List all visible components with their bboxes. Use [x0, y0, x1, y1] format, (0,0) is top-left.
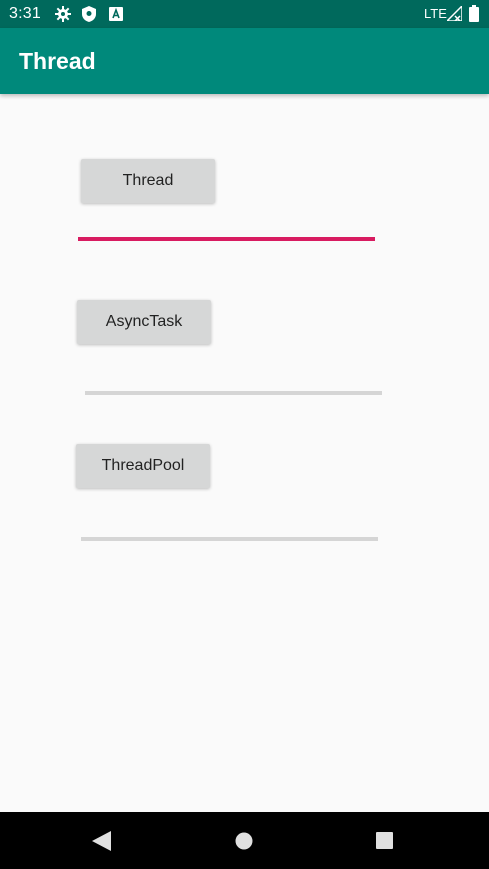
- threadpool-progress-bar: [81, 537, 378, 541]
- status-bar: 3:31 LTE: [0, 0, 489, 28]
- shield-icon: [82, 6, 96, 27]
- app-title: Thread: [19, 48, 96, 74]
- status-time: 3:31: [9, 5, 41, 22]
- home-icon[interactable]: [235, 832, 253, 855]
- asynctask-button[interactable]: AsyncTask: [77, 300, 211, 344]
- recents-icon[interactable]: [376, 832, 393, 854]
- network-type: LTE: [424, 6, 447, 21]
- threadpool-button[interactable]: ThreadPool: [76, 444, 210, 488]
- app-bar: Thread: [0, 28, 489, 94]
- battery-icon: [469, 5, 479, 27]
- signal-icon: [445, 4, 463, 26]
- settings-icon: [55, 6, 71, 27]
- asynctask-progress-bar: [85, 391, 382, 395]
- thread-progress-bar: [78, 237, 375, 241]
- thread-button[interactable]: Thread: [81, 159, 215, 203]
- navigation-bar: [0, 812, 489, 869]
- app-notification-icon: [109, 6, 123, 27]
- back-icon[interactable]: [92, 831, 111, 856]
- thread-progress-fill: [78, 237, 375, 241]
